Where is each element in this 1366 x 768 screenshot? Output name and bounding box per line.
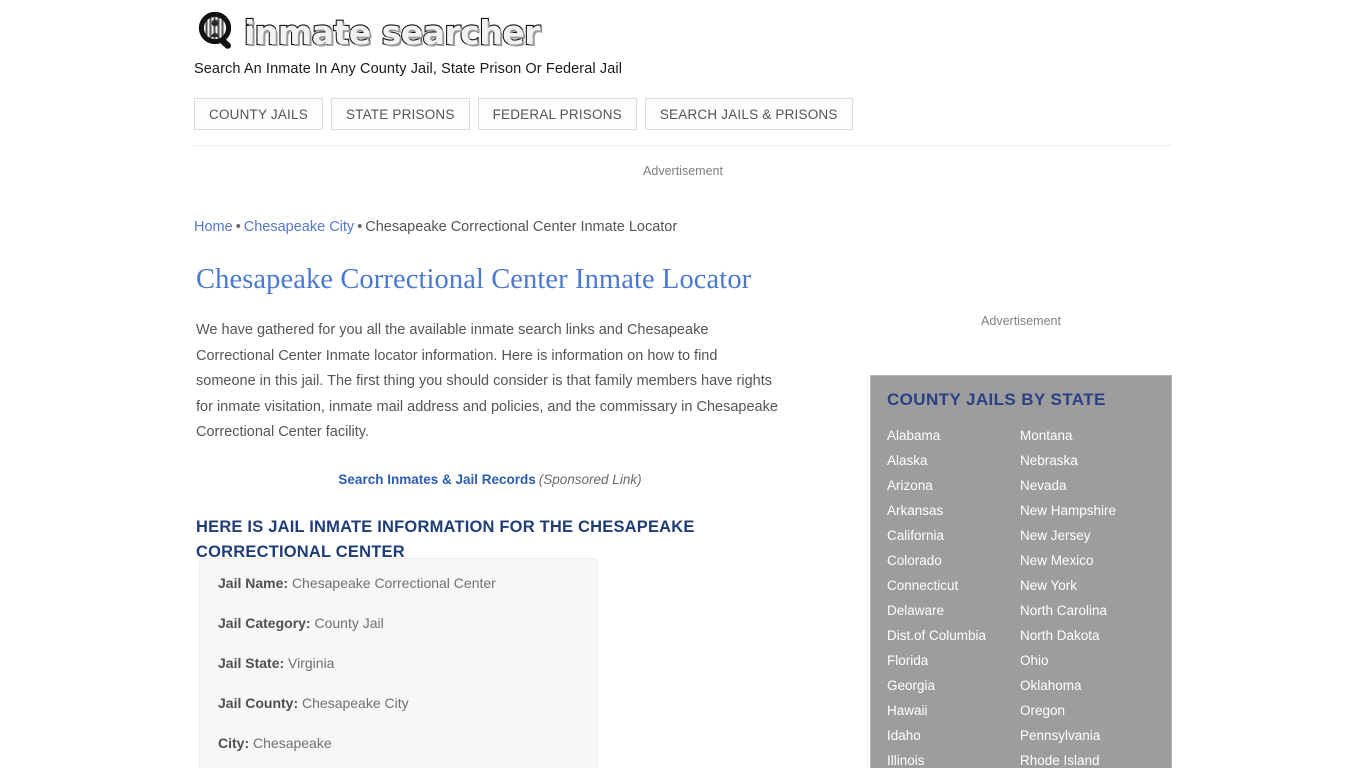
state-link-new-jersey[interactable]: New Jersey bbox=[1020, 523, 1171, 548]
nav-item-county-jails[interactable]: COUNTY JAILS bbox=[194, 98, 323, 130]
magnifier-prison-icon bbox=[194, 9, 240, 55]
state-link-oregon[interactable]: Oregon bbox=[1020, 698, 1171, 723]
sidebar-county-jails-by-state: County Jails By State Alabama Montana Alas… bbox=[870, 375, 1172, 768]
state-link-grid: Alabama Montana Alaska Nebraska Arizona Nevad… bbox=[887, 423, 1171, 768]
jail-info-card: Jail Name: Chesapeake Correctional Cente… bbox=[199, 558, 598, 768]
state-link-pennsylvania[interactable]: Pennsylvania bbox=[1020, 723, 1171, 748]
info-label: Jail Name: bbox=[218, 575, 289, 591]
state-link-hawaii[interactable]: Hawaii bbox=[887, 698, 1020, 723]
main-content: Chesapeake Correctional Center Inmate Lo… bbox=[196, 262, 796, 565]
info-value: Virginia bbox=[288, 655, 335, 671]
sponsored-link-note: (Sponsored Link) bbox=[538, 471, 642, 487]
section-heading: Here is jail inmate information for the … bbox=[196, 517, 695, 561]
breadcrumb-current: Chesapeake Correctional Center Inmate Lo… bbox=[365, 219, 678, 235]
info-label: City: bbox=[218, 735, 250, 751]
site-tagline: Search An Inmate In Any County Jail, Sta… bbox=[194, 61, 623, 77]
info-value: Chesapeake bbox=[253, 735, 332, 751]
state-link-delaware[interactable]: Delaware bbox=[887, 598, 1020, 623]
info-value: County Jail bbox=[314, 615, 384, 631]
info-row-jail-name: Jail Name: Chesapeake Correctional Cente… bbox=[218, 575, 597, 591]
state-link-connecticut[interactable]: Connecticut bbox=[887, 573, 1020, 598]
site-logo[interactable]: inmate searcher bbox=[194, 8, 1172, 56]
page-title: Chesapeake Correctional Center Inmate Lo… bbox=[196, 264, 752, 295]
nav-item-state-prisons[interactable]: STATE PRISONS bbox=[330, 98, 470, 130]
nav-item-search-jails-prisons[interactable]: SEARCH JAILS & PRISONS bbox=[644, 98, 853, 130]
intro-paragraph: We have gathered for you all the availab… bbox=[196, 322, 778, 440]
state-link-rhode-island[interactable]: Rhode Island bbox=[1020, 748, 1171, 768]
info-value: Chesapeake City bbox=[302, 695, 409, 711]
breadcrumb-link-home[interactable]: Home bbox=[194, 219, 233, 235]
state-link-montana[interactable]: Montana bbox=[1020, 423, 1171, 448]
state-link-arkansas[interactable]: Arkansas bbox=[887, 498, 1020, 523]
state-link-idaho[interactable]: Idaho bbox=[887, 723, 1020, 748]
state-link-nevada[interactable]: Nevada bbox=[1020, 473, 1171, 498]
nav-item-federal-prisons[interactable]: FEDERAL PRISONS bbox=[477, 98, 637, 130]
state-link-new-mexico[interactable]: New Mexico bbox=[1020, 548, 1171, 573]
breadcrumb: Home • Chesapeake City • Chesapeake Correcti… bbox=[194, 219, 677, 235]
sponsored-link-row: Search Inmates & Jail Records (Sponsored … bbox=[196, 472, 784, 487]
top-advertisement-label: Advertisement bbox=[643, 164, 723, 178]
info-label: Jail Category: bbox=[218, 615, 311, 631]
state-link-colorado[interactable]: Colorado bbox=[887, 548, 1020, 573]
state-link-new-york[interactable]: New York bbox=[1020, 573, 1171, 598]
state-link-ohio[interactable]: Ohio bbox=[1020, 648, 1171, 673]
info-label: Jail County: bbox=[218, 695, 299, 711]
info-row-jail-state: Jail State: Virginia bbox=[218, 655, 597, 671]
state-link-arizona[interactable]: Arizona bbox=[887, 473, 1020, 498]
sidebar-title: County Jails By State bbox=[887, 390, 1106, 409]
state-link-oklahoma[interactable]: Oklahoma bbox=[1020, 673, 1171, 698]
breadcrumb-separator: • bbox=[357, 219, 363, 235]
info-row-jail-county: Jail County: Chesapeake City bbox=[218, 695, 597, 711]
main-navigation: COUNTY JAILS STATE PRISONS FEDERAL PRISO… bbox=[194, 98, 853, 130]
site-logo-text: inmate searcher bbox=[243, 13, 542, 52]
header-divider bbox=[194, 145, 1172, 146]
state-link-new-hampshire[interactable]: New Hampshire bbox=[1020, 498, 1171, 523]
info-label: Jail State: bbox=[218, 655, 285, 671]
state-link-california[interactable]: California bbox=[887, 523, 1020, 548]
info-row-jail-category: Jail Category: County Jail bbox=[218, 615, 597, 631]
page-root: inmate searcher Search An Inmate In Any … bbox=[0, 0, 1366, 768]
state-link-florida[interactable]: Florida bbox=[887, 648, 1020, 673]
state-link-dist-of-columbia[interactable]: Dist.of Columbia bbox=[887, 623, 1020, 648]
state-link-alaska[interactable]: Alaska bbox=[887, 448, 1020, 473]
state-link-north-carolina[interactable]: North Carolina bbox=[1020, 598, 1171, 623]
state-link-alabama[interactable]: Alabama bbox=[887, 423, 1020, 448]
state-link-north-dakota[interactable]: North Dakota bbox=[1020, 623, 1171, 648]
info-value: Chesapeake Correctional Center bbox=[291, 575, 496, 591]
state-link-illinois[interactable]: Illinois bbox=[887, 748, 1020, 768]
breadcrumb-separator: • bbox=[235, 219, 241, 235]
state-link-georgia[interactable]: Georgia bbox=[887, 673, 1020, 698]
state-link-nebraska[interactable]: Nebraska bbox=[1020, 448, 1171, 473]
breadcrumb-link-county[interactable]: Chesapeake City bbox=[244, 219, 354, 235]
info-row-city: City: Chesapeake bbox=[218, 735, 597, 751]
sponsored-search-link[interactable]: Search Inmates & Jail Records bbox=[338, 472, 535, 487]
sidebar-advertisement-label: Advertisement bbox=[981, 314, 1061, 328]
site-header: inmate searcher Search An Inmate In Any … bbox=[194, 8, 1172, 77]
